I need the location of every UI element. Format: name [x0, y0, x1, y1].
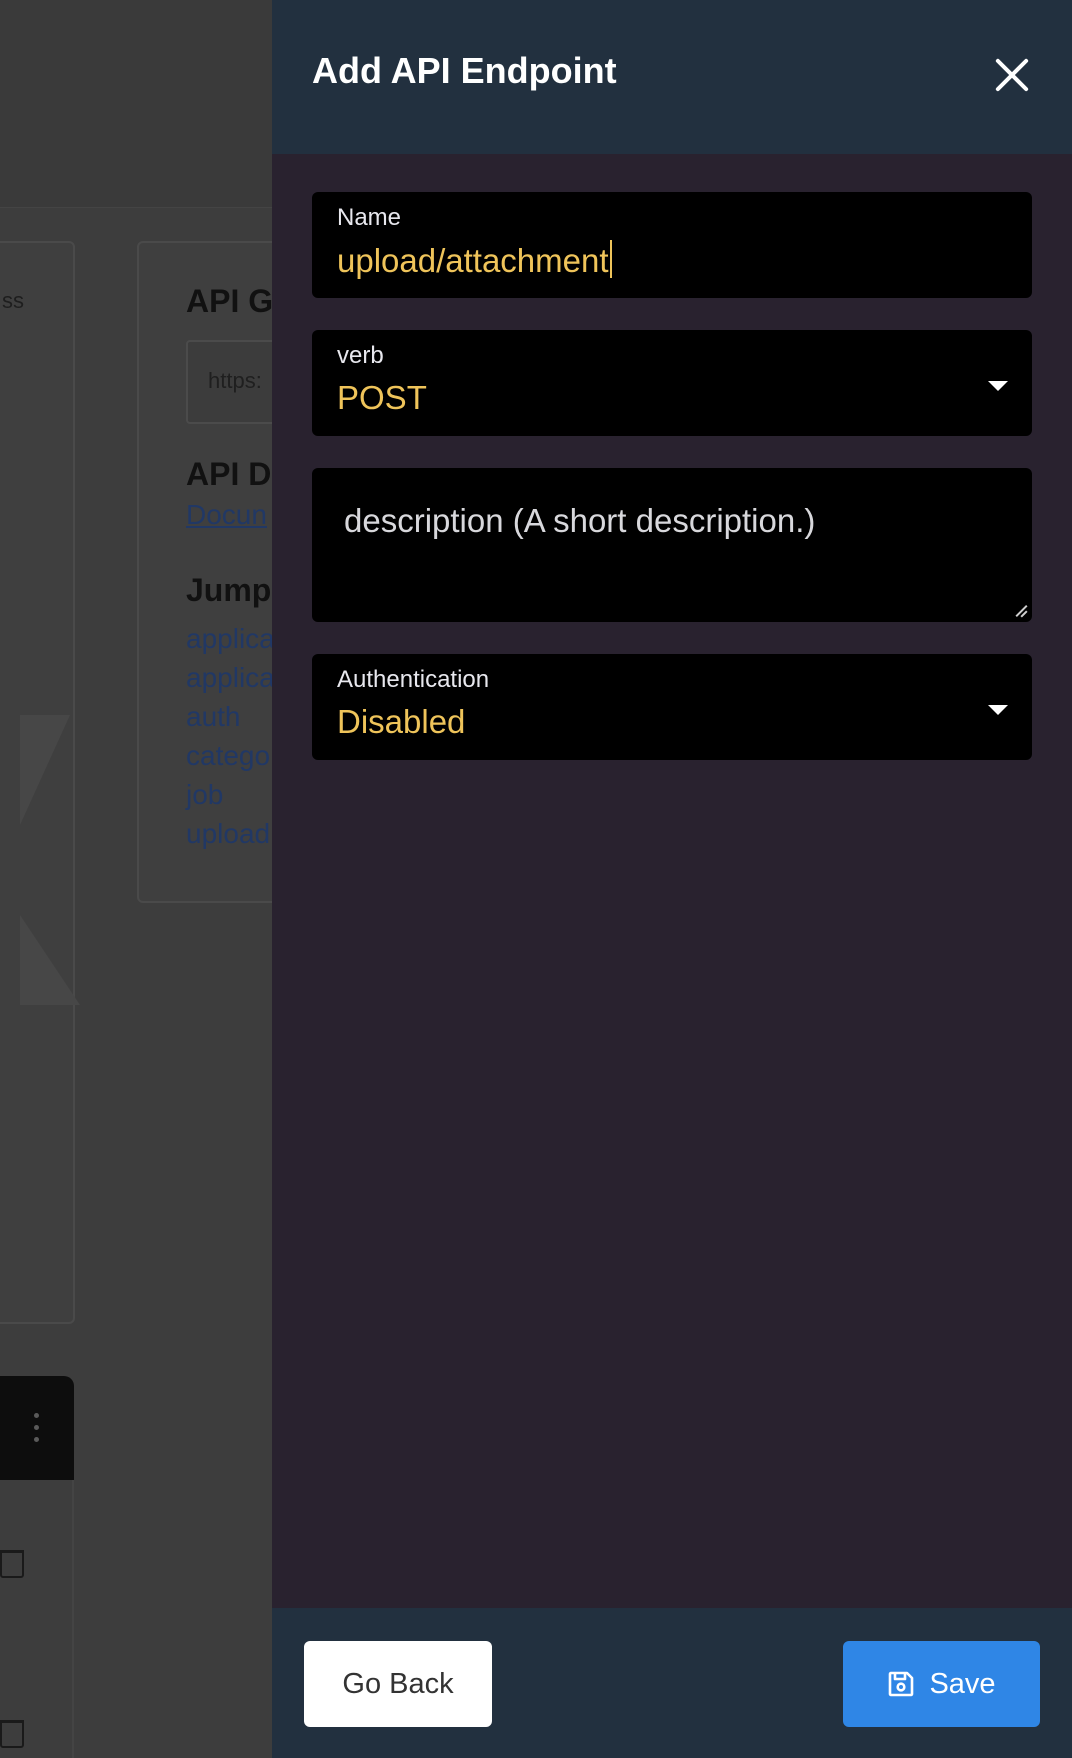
- chevron-down-icon[interactable]: [988, 381, 1008, 391]
- text-cursor: [609, 240, 612, 278]
- background-url-text: https:: [208, 368, 262, 393]
- background-topbar: [0, 0, 272, 208]
- background-jump-link: applica: [186, 662, 272, 693]
- background-jump-link: job: [186, 779, 224, 810]
- kebab-menu-icon: [24, 1413, 48, 1442]
- background-jump-link: applica: [186, 623, 272, 654]
- name-input[interactable]: upload/attachment: [337, 240, 612, 280]
- name-input-value: upload/attachment: [337, 242, 609, 279]
- verb-select-label: verb: [337, 342, 384, 369]
- authentication-select-value: Disabled: [337, 703, 466, 740]
- background-documentation-link: Docun: [186, 499, 267, 530]
- authentication-select[interactable]: Authentication Disabled: [312, 654, 1032, 760]
- background-heading-api-docs: API D: [186, 456, 272, 492]
- trash-icon: [0, 1550, 24, 1578]
- go-back-button-label: Go Back: [342, 1667, 454, 1700]
- authentication-select-label: Authentication: [337, 666, 490, 693]
- background-jump-link: auth: [186, 701, 241, 732]
- background-list-row: [0, 1480, 74, 1620]
- background-list-row: [0, 1620, 74, 1758]
- close-icon[interactable]: [992, 55, 1032, 95]
- verb-select[interactable]: verb POST: [312, 330, 1032, 436]
- drawer-header: Add API Endpoint: [272, 0, 1072, 154]
- background-heading-api-gateway: API G: [186, 283, 272, 319]
- chevron-down-icon[interactable]: [988, 705, 1008, 715]
- background-jump-link: catego: [186, 740, 271, 771]
- name-field-label: Name: [337, 204, 402, 231]
- background-page: ss API G https: API D Docun Jump applica…: [0, 0, 272, 1758]
- description-placeholder: description (A short description.): [344, 502, 816, 539]
- save-button[interactable]: Save: [843, 1641, 1040, 1727]
- background-list-header: [0, 1376, 74, 1480]
- drawer-title: Add API Endpoint: [312, 50, 617, 91]
- save-button-label: Save: [929, 1667, 996, 1700]
- resize-handle-icon[interactable]: [1014, 604, 1027, 617]
- floppy-disk-icon: [889, 1671, 914, 1697]
- background-heading-jump: Jump: [186, 572, 272, 608]
- background-graphic: [20, 915, 80, 1005]
- verb-select-value: POST: [337, 379, 427, 416]
- description-textarea[interactable]: description (A short description.): [312, 468, 1032, 622]
- background-url-field: https:: [186, 340, 272, 424]
- background-partial-text: ss: [2, 288, 24, 313]
- name-field[interactable]: Name upload/attachment: [312, 192, 1032, 298]
- go-back-button[interactable]: Go Back: [304, 1641, 492, 1727]
- drawer-footer: Go Back Save: [272, 1608, 1072, 1758]
- trash-icon: [0, 1720, 24, 1748]
- background-graphic: [20, 715, 70, 825]
- add-endpoint-drawer: Add API Endpoint Name upload/attachment …: [272, 0, 1072, 1758]
- background-jump-link: upload: [186, 818, 271, 849]
